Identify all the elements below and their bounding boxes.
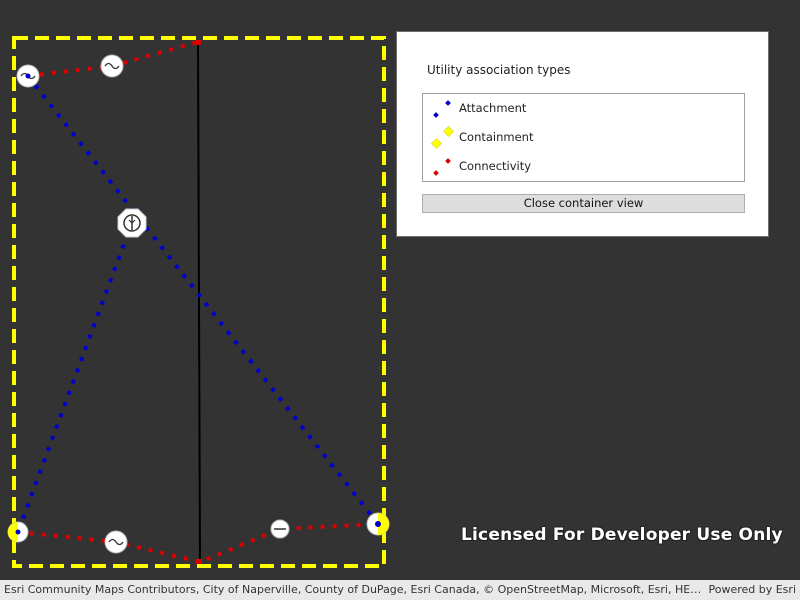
close-container-view-button[interactable]: Close container view [422, 194, 745, 213]
attribution-bar: Esri Community Maps Contributors, City o… [0, 580, 800, 600]
legend-title: Utility association types [427, 63, 571, 77]
line-endpoint [195, 40, 201, 45]
legend-list[interactable]: Attachment Containment Connectivity [422, 93, 745, 182]
legend-item-connectivity[interactable]: Connectivity [431, 154, 731, 180]
attribution-text[interactable]: Esri Community Maps Contributors, City o… [4, 583, 704, 596]
license-watermark: Licensed For Developer Use Only [461, 525, 783, 545]
junction-symbol[interactable] [117, 208, 147, 238]
line-endpoint [196, 559, 202, 564]
containment-symbol-icon [431, 126, 454, 149]
device-symbol[interactable] [104, 530, 128, 554]
device-symbol[interactable] [270, 519, 290, 539]
legend-panel: Utility association types Attachment Con… [396, 31, 769, 237]
legend-item-label: Connectivity [459, 159, 532, 173]
connectivity-symbol-icon [433, 158, 451, 176]
device-symbol[interactable] [366, 512, 390, 536]
legend-item-label: Containment [459, 130, 534, 144]
device-symbol[interactable] [7, 521, 29, 543]
attachment-symbol-icon [433, 100, 451, 118]
legend-item-label: Attachment [459, 101, 527, 115]
line-feature [197, 41, 201, 563]
device-symbol[interactable] [16, 64, 40, 88]
device-symbol[interactable] [100, 54, 124, 78]
attachment-association [16, 221, 134, 533]
legend-item-containment[interactable]: Containment [431, 125, 731, 151]
legend-item-attachment[interactable]: Attachment [431, 96, 731, 122]
attachment-association [26, 74, 380, 526]
connectivity-association [17, 522, 379, 565]
powered-by-esri[interactable]: Powered by Esri [708, 583, 796, 596]
